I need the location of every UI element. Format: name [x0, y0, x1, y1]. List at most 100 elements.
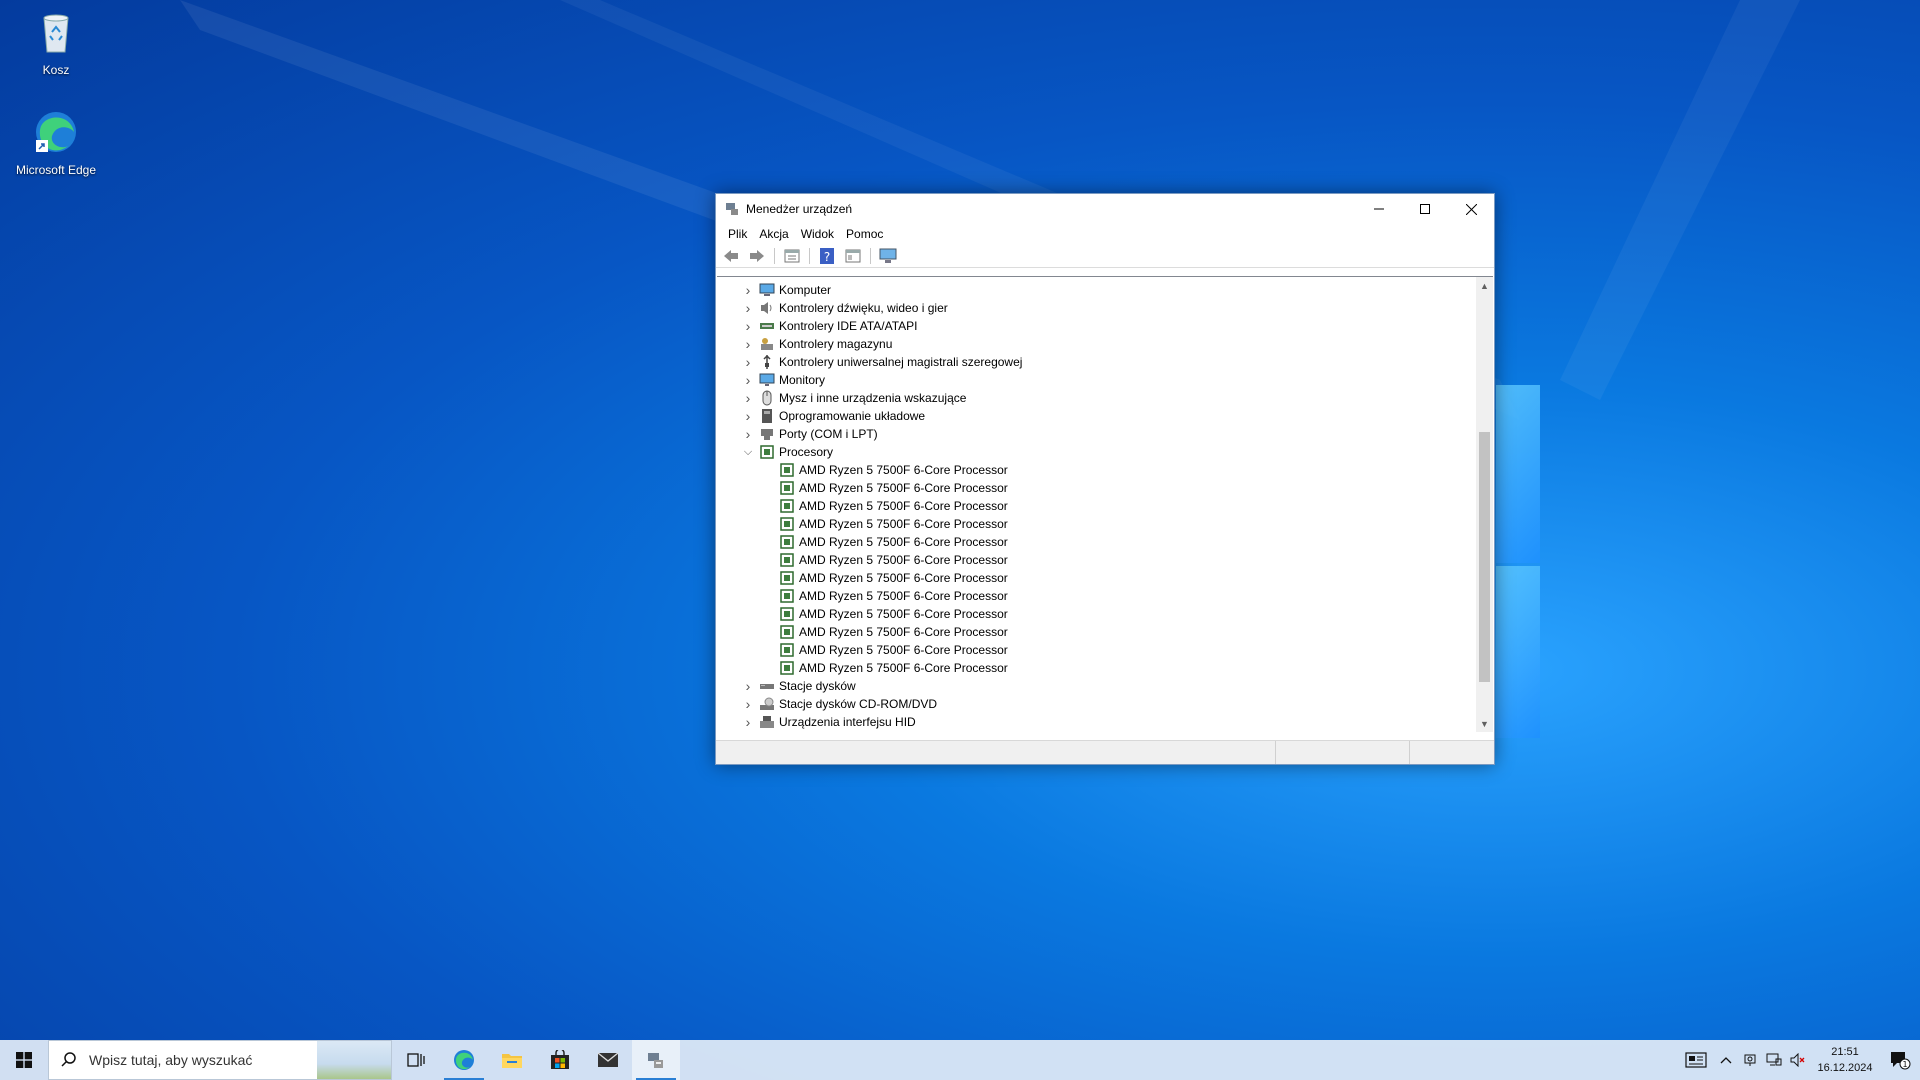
mail-icon [597, 1052, 619, 1067]
desktop-icon-edge[interactable]: Microsoft Edge [6, 108, 106, 177]
taskbar-edge[interactable] [440, 1040, 488, 1080]
tree-node-category[interactable]: › Komputer [717, 281, 1476, 299]
tree-node-category[interactable]: › Urządzenia interfejsu HID [717, 713, 1476, 731]
view-icon [845, 249, 861, 262]
taskbar-file-explorer[interactable] [488, 1040, 536, 1080]
search-box[interactable]: Wpisz tutaj, aby wyszukać [48, 1040, 392, 1080]
taskbar-task-view[interactable] [392, 1040, 440, 1080]
scan-hardware-button[interactable] [877, 246, 899, 266]
tree-node-category[interactable]: › Kontrolery dźwięku, wideo i gier [717, 299, 1476, 317]
close-button[interactable] [1448, 194, 1494, 224]
tree-node-device[interactable]: AMD Ryzen 5 7500F 6-Core Processor [717, 479, 1476, 497]
tree-node-category[interactable]: › Stacje dysków [717, 677, 1476, 695]
expand-chevron-icon[interactable]: › [741, 336, 755, 352]
tree-node-category[interactable]: › Porty (COM i LPT) [717, 425, 1476, 443]
tree-node-device[interactable]: AMD Ryzen 5 7500F 6-Core Processor [717, 605, 1476, 623]
task-view-icon [407, 1053, 425, 1067]
tray-show-hidden[interactable] [1714, 1040, 1738, 1080]
clock[interactable]: 21:51 16.12.2024 [1810, 1044, 1880, 1076]
tree-node-category[interactable]: › Kontrolery uniwersalnej magistrali szer… [717, 353, 1476, 371]
tree-node-device[interactable]: AMD Ryzen 5 7500F 6-Core Processor [717, 533, 1476, 551]
help-button[interactable]: ? [816, 246, 838, 266]
taskbar-mail[interactable] [584, 1040, 632, 1080]
processor-icon [779, 498, 795, 514]
notification-count: 1 [1902, 1060, 1907, 1069]
expand-chevron-icon[interactable]: › [741, 318, 755, 334]
expand-chevron-icon[interactable]: › [741, 372, 755, 388]
edge-icon [36, 112, 76, 152]
expand-chevron-icon[interactable]: › [741, 678, 755, 694]
tree-node-label: Stacje dysków CD-ROM/DVD [779, 697, 938, 711]
camera-icon [1744, 1054, 1756, 1066]
svg-text:?: ? [824, 250, 830, 264]
title-bar[interactable]: Menedżer urządzeń [716, 194, 1494, 224]
search-icon [61, 1052, 76, 1067]
processor-icon [779, 588, 795, 604]
tree-node-category[interactable]: › Kontrolery IDE ATA/ATAPI [717, 317, 1476, 335]
tree-node-category[interactable]: › Oprogramowanie układowe [717, 407, 1476, 425]
menu-help[interactable]: Pomoc [840, 227, 889, 241]
back-button[interactable] [720, 246, 742, 266]
expand-chevron-icon[interactable]: › [741, 696, 755, 712]
tray-news[interactable] [1678, 1040, 1714, 1080]
tray-volume[interactable] [1786, 1040, 1810, 1080]
scroll-up-button[interactable]: ▲ [1476, 277, 1493, 294]
maximize-button[interactable] [1402, 194, 1448, 224]
tree-node-category[interactable]: › Stacje dysków CD-ROM/DVD [717, 695, 1476, 713]
maximize-icon [1420, 204, 1430, 214]
tree-node-device[interactable]: AMD Ryzen 5 7500F 6-Core Processor [717, 515, 1476, 533]
tree-node-device[interactable]: AMD Ryzen 5 7500F 6-Core Processor [717, 551, 1476, 569]
properties-button[interactable] [781, 246, 803, 266]
tree-node-label: Monitory [779, 373, 826, 387]
expand-chevron-icon[interactable]: › [741, 282, 755, 298]
file-explorer-icon [502, 1054, 522, 1068]
scroll-thumb[interactable] [1479, 432, 1490, 682]
tree-node-category[interactable]: › Mysz i inne urządzenia wskazujące [717, 389, 1476, 407]
tray-network[interactable] [1762, 1040, 1786, 1080]
tree-node-device[interactable]: AMD Ryzen 5 7500F 6-Core Processor [717, 461, 1476, 479]
tree-node-device[interactable]: AMD Ryzen 5 7500F 6-Core Processor [717, 641, 1476, 659]
tree-node-label: Mysz i inne urządzenia wskazujące [779, 391, 967, 405]
clock-date: 16.12.2024 [1817, 1062, 1873, 1074]
forward-button[interactable] [746, 246, 768, 266]
expand-chevron-icon[interactable]: › [741, 714, 755, 730]
tree-node-device[interactable]: AMD Ryzen 5 7500F 6-Core Processor [717, 569, 1476, 587]
disk-drive-icon [759, 678, 775, 694]
tree-node-label: Oprogramowanie układowe [779, 409, 926, 423]
tree-node-category[interactable]: ›Urządzenia programowe [717, 731, 1476, 732]
start-button[interactable] [0, 1040, 48, 1080]
tree-node-device[interactable]: AMD Ryzen 5 7500F 6-Core Processor [717, 659, 1476, 677]
taskbar-device-manager[interactable] [632, 1040, 680, 1080]
desktop-icon-recycle-bin[interactable]: Kosz [6, 8, 106, 77]
menu-view[interactable]: Widok [795, 227, 840, 241]
taskbar-store[interactable] [536, 1040, 584, 1080]
tray-meet[interactable] [1738, 1040, 1762, 1080]
expand-chevron-icon[interactable]: › [741, 300, 755, 316]
collapse-chevron-icon[interactable]: ⌵ [741, 445, 755, 459]
view-button[interactable] [842, 246, 864, 266]
device-tree-panel: › Komputer › Kontrolery dźwięku, wideo i gi… [717, 276, 1493, 732]
menu-file[interactable]: Plik [722, 227, 753, 241]
tree-node-category-expanded[interactable]: ⌵ Procesory [717, 443, 1476, 461]
tree-node-label: Kontrolery magazynu [779, 337, 893, 351]
tree-node-category[interactable]: › Kontrolery magazynu [717, 335, 1476, 353]
tree-node-category[interactable]: › Monitory [717, 371, 1476, 389]
expand-chevron-icon[interactable]: › [741, 426, 755, 442]
vertical-scrollbar[interactable]: ▲ ▼ [1476, 277, 1493, 732]
minimize-button[interactable] [1356, 194, 1402, 224]
expand-chevron-icon[interactable]: › [741, 354, 755, 370]
monitor-icon [759, 372, 775, 388]
expand-chevron-icon[interactable]: › [741, 390, 755, 406]
tree-node-device[interactable]: AMD Ryzen 5 7500F 6-Core Processor [717, 623, 1476, 641]
notification-center-button[interactable]: 1 [1880, 1040, 1920, 1080]
help-icon: ? [820, 247, 834, 264]
expand-chevron-icon[interactable]: › [741, 408, 755, 424]
usb-icon [759, 354, 775, 370]
news-icon [1685, 1052, 1707, 1068]
tree-node-label: AMD Ryzen 5 7500F 6-Core Processor [799, 535, 1008, 549]
scroll-down-button[interactable]: ▼ [1476, 715, 1493, 732]
menu-action[interactable]: Akcja [753, 227, 794, 241]
tree-node-device[interactable]: AMD Ryzen 5 7500F 6-Core Processor [717, 497, 1476, 515]
firmware-icon [759, 408, 775, 424]
tree-node-device[interactable]: AMD Ryzen 5 7500F 6-Core Processor [717, 587, 1476, 605]
